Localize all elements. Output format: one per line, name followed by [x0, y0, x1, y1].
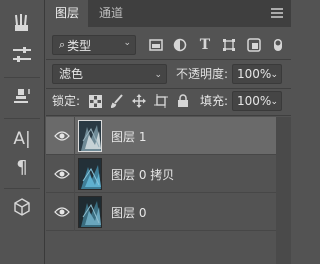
paragraph-icon[interactable]: ¶ — [11, 156, 33, 178]
tab-layers[interactable]: 图层 — [46, 0, 89, 27]
layer-row[interactable]: 图层 0 — [46, 193, 276, 231]
layers-scrollbar[interactable] — [276, 117, 291, 264]
opacity-value: 100% — [237, 67, 272, 81]
layer-name: 图层 0 拷贝 — [111, 168, 175, 182]
layer-row[interactable]: 图层 1 — [46, 117, 276, 155]
layer-thumbnail — [78, 196, 102, 228]
layer-thumbnail — [78, 120, 102, 152]
layer-thumbnail — [78, 158, 102, 190]
blend-mode-label: 滤色 — [59, 67, 84, 81]
lock-image-pixels-icon[interactable] — [109, 93, 125, 109]
tab-channels[interactable]: 通道 — [90, 0, 132, 27]
3d-cube-icon[interactable] — [11, 196, 33, 218]
visibility-eye-icon[interactable] — [54, 130, 70, 142]
opacity-field[interactable]: 100% ⌄ — [232, 64, 282, 84]
blend-mode-select[interactable]: 滤色 ⌄ — [52, 64, 167, 84]
lock-position-icon[interactable] — [131, 93, 147, 109]
search-icon: ⌕ — [59, 38, 66, 51]
visibility-eye-icon[interactable] — [54, 168, 70, 180]
layer-name: 图层 1 — [111, 130, 147, 144]
pixel-filter-icon[interactable] — [148, 37, 164, 53]
panel-menu-icon[interactable] — [270, 6, 284, 20]
smart-object-filter-icon[interactable] — [246, 37, 262, 53]
lock-all-icon[interactable] — [175, 93, 191, 109]
adjustment-filter-icon[interactable] — [172, 37, 188, 53]
lock-label: 锁定: — [52, 94, 81, 108]
layer-row[interactable]: 图层 0 拷贝 — [46, 155, 276, 193]
opacity-label: 不透明度: — [176, 67, 229, 81]
chevron-down-icon: ⌄ — [123, 38, 131, 48]
filter-kind-label: 类型 — [67, 38, 92, 53]
panel-tab-bar: 图层 通道 — [46, 0, 291, 27]
shape-filter-icon[interactable] — [221, 37, 237, 53]
tool-strip: A| ¶ — [0, 0, 45, 264]
fill-value: 100% — [237, 94, 272, 108]
layer-name: 图层 0 — [111, 206, 147, 220]
lock-transparent-pixels-icon[interactable] — [87, 93, 103, 109]
filter-toggle-icon[interactable] — [270, 37, 286, 53]
fill-label: 填充: — [200, 94, 229, 108]
brushes-icon[interactable] — [11, 12, 33, 34]
layer-filter-row: ⌕ 类型 ⌄ T — [46, 33, 291, 57]
chevron-down-icon: ⌄ — [270, 70, 278, 80]
clone-source-icon[interactable] — [11, 86, 33, 108]
adjust-sliders-icon[interactable] — [11, 44, 33, 66]
chevron-down-icon: ⌄ — [154, 70, 162, 80]
layers-list: 图层 1 图层 0 拷贝 图层 0 — [46, 117, 276, 264]
fill-field[interactable]: 100% ⌄ — [232, 91, 282, 111]
chevron-down-icon: ⌄ — [270, 97, 278, 107]
type-filter-icon[interactable]: T — [197, 37, 213, 53]
character-icon[interactable]: A| — [11, 128, 33, 150]
layers-panel: 图层 通道 ⌕ 类型 ⌄ T 滤色 ⌄ 不透明度: 100% ⌄ 锁定: 填充:… — [46, 0, 291, 264]
filter-kind-select[interactable]: ⌕ 类型 ⌄ — [52, 35, 136, 55]
lock-artboard-icon[interactable] — [153, 93, 169, 109]
visibility-eye-icon[interactable] — [54, 206, 70, 218]
